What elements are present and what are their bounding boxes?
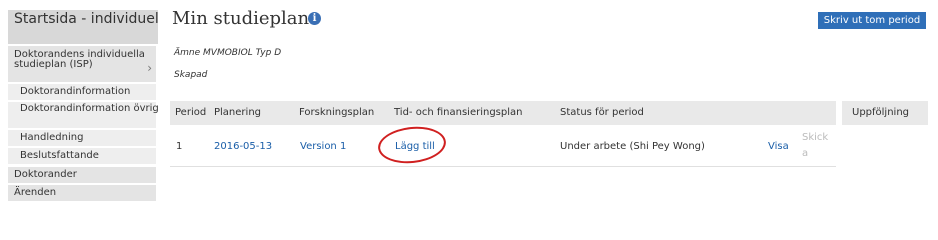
page-title: Min studieplan (172, 8, 310, 29)
print-empty-period-button[interactable]: Skriv ut tom period (818, 12, 926, 29)
column-header-uppfoljning: Uppföljning (852, 107, 910, 118)
chevron-right-icon: › (147, 61, 152, 75)
sidebar-header[interactable]: Startsida - individuell studieplan (ISP) (8, 10, 158, 44)
subject-text: Ämne MVMOBIOL Typ D (174, 48, 282, 58)
sidebar-item-doktorandinformation[interactable]: Doktorandinformation (8, 84, 156, 100)
planering-link[interactable]: 2016-05-13 (214, 127, 272, 166)
sidebar-item-label: Doktorandens individuella studieplan (IS… (14, 49, 145, 70)
table-header: Period Planering Forskningsplan Tid- och… (170, 101, 836, 125)
table-row: 1 2016-05-13 Version 1 Lägg till Under a… (170, 127, 836, 167)
sidebar-item-isp[interactable]: Doktorandens individuella studieplan (IS… (8, 46, 156, 82)
sidebar-item-handledning[interactable]: Handledning (8, 130, 156, 146)
sidebar-item-doktorandinformation-ovrig[interactable]: Doktorandinformation övrig (8, 102, 159, 128)
column-header-status: Status för period (560, 107, 644, 118)
table-header-uppfoljning: Uppföljning (842, 101, 928, 125)
forskningsplan-link[interactable]: Version 1 (300, 127, 346, 166)
sidebar-item-arenden[interactable]: Ärenden (8, 185, 156, 201)
sidebar: Startsida - individuell studieplan (ISP)… (0, 0, 159, 221)
info-icon[interactable]: i (308, 12, 321, 25)
column-header-forskningsplan: Forskningsplan (299, 107, 375, 118)
cell-status: Under arbete (Shi Pey Wong) (560, 141, 705, 152)
send-button-disabled: Skicka (802, 132, 829, 159)
cell-period: 1 (176, 141, 183, 152)
visa-link[interactable]: Visa (768, 127, 789, 166)
column-header-planering: Planering (214, 107, 262, 118)
created-text: Skapad (174, 70, 208, 80)
sidebar-item-doktorander[interactable]: Doktorander (8, 167, 156, 183)
column-header-tid-finansiering: Tid- och finansieringsplan (394, 107, 523, 118)
sidebar-item-beslutsfattande[interactable]: Beslutsfattande (8, 148, 156, 164)
column-header-period: Period (175, 107, 207, 118)
